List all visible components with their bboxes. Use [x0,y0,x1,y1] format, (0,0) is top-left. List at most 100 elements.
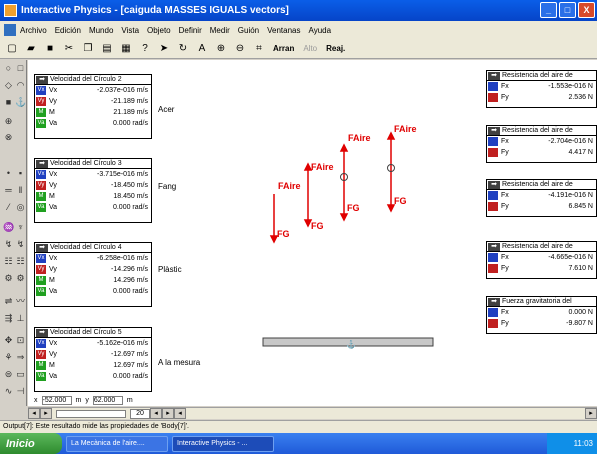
slot-tool-icon[interactable]: ☷ [3,256,14,267]
taskbar-item-browser[interactable]: La Mecànica de l'aire.... [66,435,168,452]
air-force-label: FAire [311,162,334,172]
zoom-out-icon[interactable]: ⊖ [232,41,248,57]
mechanism-tool-icon[interactable]: ✥ [3,335,14,346]
gear-tool-icon[interactable]: ⚙ [3,273,14,284]
meter-toggle-icon[interactable]: ➡ [488,71,500,80]
start-button[interactable]: Inicio [0,433,62,454]
y-coord-field[interactable] [92,395,123,405]
slider-tool-icon[interactable]: ∿ [3,386,14,397]
scroll-end-icon[interactable]: ▸ [585,408,597,419]
chain-tool-icon[interactable]: ⊡ [15,335,26,346]
pulley-tool-icon[interactable]: ◎ [15,202,26,213]
status-bar: Output[7]: Este resultado mide las propi… [0,420,597,433]
text-tool-icon[interactable]: A [194,41,210,57]
menu-tool-icon[interactable]: ▭ [15,369,26,380]
curve-tool-icon[interactable]: ◠ [15,80,26,91]
taskbar-item-interactive-physics[interactable]: Interactive Physics - ... [172,435,274,452]
square-tool-icon[interactable]: ■ [3,97,14,108]
menu-medir[interactable]: Medir [210,26,230,35]
torque-tool-icon[interactable]: ⊥ [15,313,26,324]
force-tool-icon[interactable]: ⇶ [3,313,14,324]
meter-value: -2.704e-016 N [548,138,593,145]
tape-back-icon[interactable]: ◂ [174,408,186,419]
split-tool-icon[interactable]: ⊗ [3,132,14,143]
meter-toggle-icon[interactable]: ➡ [488,180,500,189]
meter-label: Fy [501,203,509,210]
gravity-label: FG [277,229,290,239]
air-arrowhead [339,143,349,152]
reset-button[interactable]: Reaj. [323,41,348,57]
paste-icon[interactable]: ▤ [99,41,115,57]
coordinate-bar: x m y m [28,394,485,406]
meter-gravity[interactable]: ➡ Fuerza gravitatoria del Fx 0.000 N Fy -9.… [486,296,597,334]
meter-air-resistance-3[interactable]: ➡ Resistencia del aire de Fx -4.191e-016 N… [486,179,597,217]
fit-view-icon[interactable]: ⌗ [251,41,267,57]
cut-icon[interactable]: ✂ [61,41,77,57]
meter-toggle-icon[interactable]: ➡ [488,126,500,135]
wave-tool-icon[interactable]: 〰 [15,296,26,307]
rod-tool-icon[interactable]: ═ [3,185,14,196]
minimize-button[interactable]: _ [540,2,557,18]
menu-edicion[interactable]: Edición [55,26,81,35]
menu-objeto[interactable]: Objeto [147,26,171,35]
actuator-tool-icon[interactable]: ⇌ [3,296,14,307]
step-forward-icon[interactable]: ▸ [162,408,174,419]
separator-tool-icon[interactable]: ‖ [15,185,26,196]
simulation-canvas[interactable]: ➡ Velocidad del Círculo 2 Vx Vx -2.037e-016… [28,60,485,406]
horizontal-scrollbar[interactable]: ◂ ▸ 20 ◂ ▸ ◂ ▸ [28,407,597,419]
meter-air-resistance-1[interactable]: ➡ Resistencia del aire de Fx -1.553e-016 N… [486,70,597,108]
menu-archivo[interactable]: Archivo [20,26,47,35]
motor-tool-icon[interactable]: ⚙ [15,273,26,284]
menu-ayuda[interactable]: Ayuda [309,26,332,35]
anchor-tool-icon[interactable]: ⚓ [15,97,26,108]
copy-icon[interactable]: ❐ [80,41,96,57]
point-tool-icon[interactable]: • [3,168,14,179]
help-icon[interactable]: ? [137,41,153,57]
scroll-left-icon[interactable]: ◂ [28,408,40,419]
select-arrow-icon[interactable]: ➤ [156,41,172,57]
air-force-label: FAire [348,133,371,143]
meter-air-resistance-2[interactable]: ➡ Resistencia del aire de Fx -2.704e-016 N… [486,125,597,163]
menu-mundo[interactable]: Mundo [89,26,113,35]
menu-guion[interactable]: Guión [238,26,259,35]
step-back-icon[interactable]: ◂ [150,408,162,419]
rotational-damper-tool-icon[interactable]: ↯ [15,239,26,250]
circle-tool-icon[interactable]: ○ [3,63,14,74]
polygon-tool-icon[interactable]: ◇ [3,80,14,91]
document-icon[interactable] [4,24,16,36]
new-file-icon[interactable]: ▢ [4,41,20,57]
close-button[interactable]: X [578,2,595,18]
frame-slider[interactable] [56,409,126,418]
rectangle-tool-icon[interactable]: □ [15,63,26,74]
print-icon[interactable]: ▦ [118,41,134,57]
maximize-button[interactable]: □ [559,2,576,18]
zoom-in-icon[interactable]: ⊕ [213,41,229,57]
belt-tool-icon[interactable]: ⇒ [15,352,26,363]
meter-toggle-icon[interactable]: ➡ [488,297,500,306]
curved-slot-tool-icon[interactable]: ☷ [15,256,26,267]
frame-counter[interactable]: 20 [130,408,150,419]
menu-ventanas[interactable]: Ventanas [267,26,300,35]
stop-button[interactable]: Alto [300,41,320,57]
fx-icon [488,253,498,262]
gear-pair-tool-icon[interactable]: ⚘ [3,352,14,363]
menu-definir[interactable]: Definir [179,26,202,35]
meter-toggle-icon[interactable]: ➡ [488,242,500,251]
meter-title: Resistencia del aire de [502,243,573,250]
control-tool-icon[interactable]: ⊣ [15,386,26,397]
scroll-right-icon[interactable]: ▸ [40,408,52,419]
meter-air-resistance-4[interactable]: ➡ Resistencia del aire de Fx -4.665e-016 N… [486,241,597,279]
join-tool-icon[interactable]: ⊕ [3,116,14,127]
spring-tool-icon[interactable]: ♒ [3,222,14,233]
save-icon[interactable]: ■ [42,41,58,57]
run-button[interactable]: Arran [270,41,297,57]
open-folder-icon[interactable]: ▰ [23,41,39,57]
rope-tool-icon[interactable]: ⁄ [3,202,14,213]
square-point-tool-icon[interactable]: ▪ [15,168,26,179]
x-coord-field[interactable] [41,395,72,405]
rotate-icon[interactable]: ↻ [175,41,191,57]
button-tool-icon[interactable]: ⊜ [3,369,14,380]
menu-vista[interactable]: Vista [121,26,139,35]
rotational-spring-tool-icon[interactable]: ↯ [3,239,14,250]
damper-tool-icon[interactable]: ♆ [15,222,26,233]
